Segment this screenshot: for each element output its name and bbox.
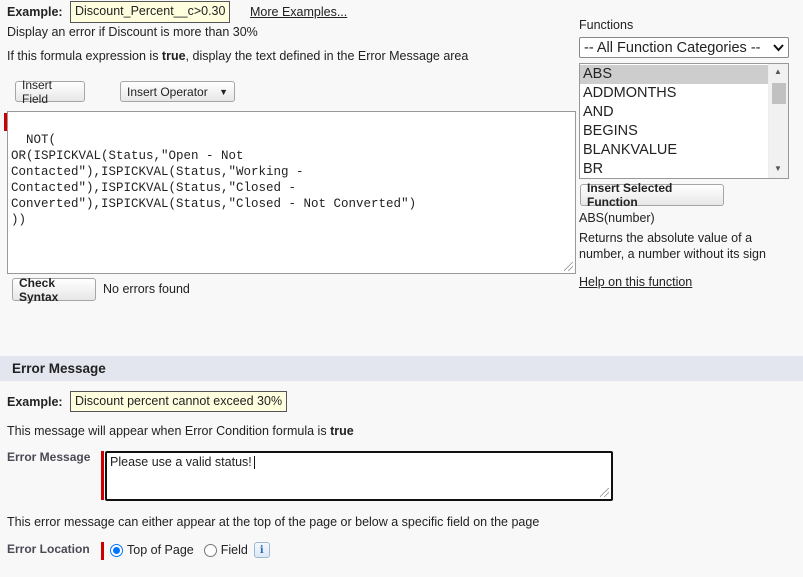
syntax-status: No errors found [103, 282, 190, 296]
function-list-items: ABS ADDMONTHS AND BEGINS BLANKVALUE BR [580, 65, 768, 178]
error-message-field-label: Error Message [7, 450, 91, 464]
condition-example-description: Display an error if Discount is more tha… [7, 25, 258, 39]
function-category-value: -- All Function Categories -- [584, 39, 761, 56]
error-message-value: Please use a valid status! [110, 455, 252, 469]
functions-heading: Functions [579, 18, 634, 32]
condition-example-label: Example: [7, 5, 63, 19]
error-message-input[interactable]: Please use a valid status! [105, 451, 613, 501]
required-indicator [101, 451, 104, 500]
more-examples-link[interactable]: More Examples... [250, 5, 347, 19]
resize-handle-icon[interactable] [600, 488, 609, 497]
option-top-of-page-label[interactable]: Top of Page [127, 543, 194, 557]
text-cursor [253, 456, 255, 470]
check-syntax-button[interactable]: Check Syntax [12, 276, 96, 304]
function-item-blankvalue[interactable]: BLANKVALUE [580, 141, 768, 160]
function-description: Returns the absolute value of a number, … [579, 231, 766, 261]
function-item-addmonths[interactable]: ADDMONTHS [580, 84, 768, 103]
function-item-br[interactable]: BR [580, 160, 768, 178]
formula-editor[interactable]: NOT( OR(ISPICKVAL(Status,"Open - Not Con… [7, 111, 576, 274]
radio-top-of-page[interactable] [110, 543, 123, 557]
function-category-select[interactable]: -- All Function Categories -- [579, 37, 789, 58]
option-field-label[interactable]: Field [221, 543, 248, 557]
insert-operator-button[interactable]: Insert Operator ▼ [120, 81, 235, 102]
info-icon[interactable]: i [253, 542, 270, 558]
radio-field[interactable] [203, 543, 217, 557]
scrollbar-thumb[interactable] [772, 83, 786, 104]
error-location-description: This error message can either appear at … [7, 515, 540, 529]
resize-handle-icon[interactable] [564, 262, 573, 271]
insert-field-button[interactable]: Insert Field [15, 78, 85, 106]
error-appear-text: This message will appear when Error Cond… [7, 424, 354, 438]
chevron-down-icon: ▼ [219, 86, 228, 97]
chevron-down-icon [773, 43, 784, 51]
condition-example-value: Discount_Percent__c>0.30 [70, 1, 231, 23]
required-indicator [101, 542, 104, 560]
function-item-begins[interactable]: BEGINS [580, 122, 768, 141]
function-item-and[interactable]: AND [580, 103, 768, 122]
function-list[interactable]: ABS ADDMONTHS AND BEGINS BLANKVALUE BR ▲… [579, 63, 789, 179]
function-signature: ABS(number) [579, 211, 655, 225]
error-example-value: Discount percent cannot exceed 30% [70, 391, 288, 412]
error-location-options: Top of Page Field i [110, 542, 270, 558]
condition-rule-text: If this formula expression is true, disp… [7, 49, 469, 63]
insert-operator-label: Insert Operator [127, 84, 208, 99]
formula-text: NOT( OR(ISPICKVAL(Status,"Open - Not Con… [11, 133, 417, 227]
function-list-scrollbar[interactable]: ▲ ▼ [768, 64, 788, 178]
help-on-function-link[interactable]: Help on this function [579, 275, 692, 289]
function-item-abs[interactable]: ABS [580, 65, 768, 84]
scroll-up-icon[interactable]: ▲ [774, 67, 782, 76]
section-title: Error Message [12, 361, 106, 376]
scroll-down-icon[interactable]: ▼ [774, 164, 782, 173]
insert-selected-function-button[interactable]: Insert Selected Function [580, 181, 724, 209]
error-location-label: Error Location [7, 542, 90, 556]
error-message-section-header: Error Message [0, 356, 803, 381]
error-example-label: Example: [7, 395, 63, 409]
